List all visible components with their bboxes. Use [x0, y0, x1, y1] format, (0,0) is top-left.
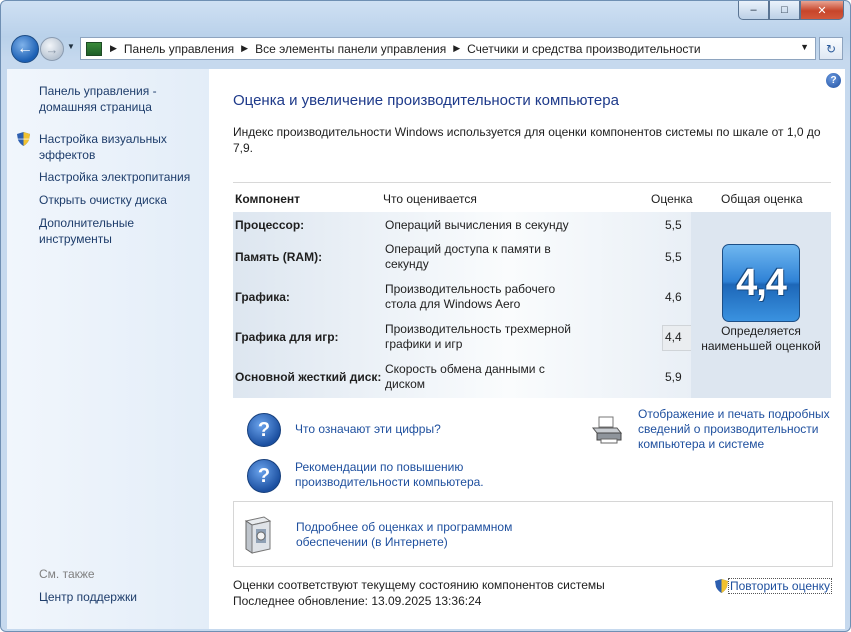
- base-score-tile: 4,4: [722, 244, 800, 322]
- sidebar-advanced-tools[interactable]: Дополнительные инструменты: [39, 215, 209, 247]
- chevron-right-icon: ▶: [110, 43, 117, 53]
- header-score: Оценка: [651, 192, 693, 206]
- header-component: Компонент: [235, 192, 300, 206]
- help-icon[interactable]: ?: [826, 73, 841, 88]
- print-details-link[interactable]: Отображение и печать подробных сведений …: [638, 407, 838, 452]
- printer-icon: [591, 416, 623, 444]
- row-name: Процессор:: [235, 218, 305, 232]
- breadcrumb-control-panel[interactable]: Панель управления: [124, 42, 234, 56]
- sidebar-disk-cleanup[interactable]: Открыть очистку диска: [39, 192, 209, 208]
- base-score-panel: 4,4 Определяется наименьшей оценкой: [691, 212, 831, 398]
- sidebar-power-options[interactable]: Настройка электропитания: [39, 169, 209, 185]
- title-bar: – □ ✕: [1, 1, 850, 31]
- row-score: 4,6: [665, 290, 682, 304]
- breadcrumb-performance[interactable]: Счетчики и средства производительности: [467, 42, 700, 56]
- performance-tips-link[interactable]: Рекомендации по повышению производительн…: [295, 460, 525, 490]
- row-desc: Операций вычисления в секунду: [385, 218, 569, 232]
- back-button[interactable]: ←: [11, 35, 39, 63]
- address-dropdown-icon[interactable]: ▼: [800, 42, 809, 52]
- row-name: Основной жесткий диск:: [235, 370, 382, 384]
- question-icon: ?: [247, 413, 281, 447]
- row-desc: Скорость обмена данными с диском: [385, 362, 545, 391]
- refresh-button[interactable]: ↻: [819, 37, 843, 60]
- address-bar[interactable]: ▶ Панель управления ▶ Все элементы панел…: [80, 37, 816, 60]
- row-score: 5,9: [665, 370, 682, 384]
- sidebar-visual-effects[interactable]: Настройка визуальных эффектов: [39, 131, 209, 163]
- header-base-score: Общая оценка: [721, 192, 803, 206]
- row-score: 4,4: [665, 330, 682, 344]
- chevron-down-icon: ▼: [67, 42, 75, 51]
- refresh-icon: ↻: [825, 41, 837, 56]
- row-desc: Производительность трехмерной графики и …: [385, 322, 571, 351]
- row-desc: Производительность рабочего стола для Wi…: [385, 282, 556, 311]
- question-icon: ?: [247, 459, 281, 493]
- minimize-button[interactable]: –: [738, 1, 769, 20]
- recent-pages-button[interactable]: ▼: [67, 42, 75, 51]
- row-name: Графика:: [235, 290, 290, 304]
- sidebar-home-link[interactable]: Панель управления - домашняя страница: [39, 83, 209, 115]
- control-panel-icon: [86, 41, 102, 56]
- online-info-link[interactable]: Подробнее об оценках и программном обесп…: [296, 520, 536, 550]
- arrow-right-icon: →: [45, 41, 59, 57]
- row-name: Память (RAM):: [235, 250, 323, 264]
- uac-shield-icon: [715, 579, 728, 593]
- row-name: Графика для игр:: [235, 330, 339, 344]
- uac-shield-icon: [17, 132, 30, 146]
- online-info-box: Подробнее об оценках и программном обесп…: [233, 501, 833, 567]
- rerun-assessment-link[interactable]: Повторить оценку: [728, 578, 833, 594]
- page-title: Оценка и увеличение производительности к…: [233, 92, 619, 109]
- base-score-note: Определяется наименьшей оценкой: [701, 324, 821, 353]
- table-header: Компонент Что оценивается Оценка Общая о…: [233, 182, 831, 211]
- score-table: Процессор: Операций вычисления в секунду…: [233, 212, 694, 398]
- breadcrumb-all-items[interactable]: Все элементы панели управления: [255, 42, 446, 56]
- arrow-left-icon: ←: [17, 40, 33, 57]
- navigation-bar: ← → ▼ ▶ Панель управления ▶ Все элементы…: [1, 33, 850, 63]
- maximize-button[interactable]: □: [769, 1, 800, 20]
- status-text: Оценки соответствуют текущему состоянию …: [233, 578, 605, 592]
- row-desc: Операций доступа к памяти в секунду: [385, 242, 551, 271]
- forward-button[interactable]: →: [40, 37, 64, 61]
- action-center-link[interactable]: Центр поддержки: [39, 590, 137, 604]
- window-controls: – □ ✕: [738, 1, 844, 20]
- see-also-heading: См. также: [39, 567, 95, 581]
- chevron-right-icon: ▶: [453, 43, 461, 53]
- sidebar: Панель управления - домашняя страница На…: [7, 69, 209, 629]
- row-score: 5,5: [665, 218, 682, 232]
- rerun-assessment[interactable]: Повторить оценку: [715, 578, 833, 594]
- chevron-right-icon: ▶: [241, 43, 249, 53]
- control-panel-window: – □ ✕ ← → ▼ ▶ Панель управления ▶ Все эл…: [0, 0, 851, 632]
- what-numbers-mean-link[interactable]: Что означают эти цифры?: [295, 422, 555, 437]
- page-description: Индекс производительности Windows исполь…: [233, 125, 821, 155]
- row-score: 5,5: [665, 250, 682, 264]
- last-update-text: Последнее обновление: 13.09.2025 13:36:2…: [233, 594, 482, 608]
- close-button[interactable]: ✕: [800, 1, 844, 20]
- main-content: ? Оценка и увеличение производительности…: [209, 69, 845, 629]
- software-box-icon: [244, 516, 272, 554]
- header-rated: Что оценивается: [383, 192, 477, 206]
